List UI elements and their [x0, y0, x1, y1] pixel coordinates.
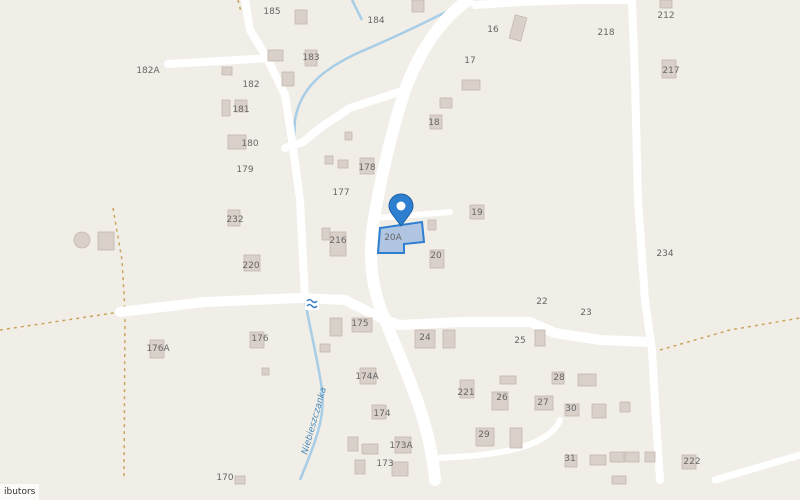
house-number-label: 26: [496, 393, 508, 403]
house-number-label: 181: [232, 105, 249, 115]
house-number-label: 173A: [389, 441, 413, 451]
house-number-label: 221: [457, 388, 474, 398]
house-number-label: 22: [536, 297, 547, 307]
house-number-label: 216: [329, 236, 346, 246]
house-number-label: 170: [216, 473, 233, 483]
house-number-label: 174: [373, 409, 390, 419]
house-number-label: 20A: [384, 233, 402, 243]
house-number-label: 19: [471, 208, 483, 218]
house-number-label: 29: [478, 430, 490, 440]
house-number-label: 217: [662, 66, 679, 76]
house-number-label: 182A: [136, 66, 160, 76]
house-number-label: 30: [565, 404, 577, 414]
house-number-label: 232: [226, 215, 243, 225]
house-number-label: 218: [597, 28, 614, 38]
house-number-label: 23: [580, 308, 591, 318]
house-number-label: 182: [242, 80, 259, 90]
house-number-label: 176: [251, 334, 268, 344]
map-attribution: ibutors: [0, 484, 40, 500]
map-pin-icon[interactable]: [388, 193, 414, 227]
house-number-label: 27: [537, 398, 548, 408]
house-number-label: 175: [351, 319, 368, 329]
house-number-label: 17: [464, 56, 475, 66]
house-number-label: 179: [236, 165, 253, 175]
house-number-label: 177: [332, 188, 349, 198]
house-number-label: 176A: [146, 344, 170, 354]
house-number-label: 25: [514, 336, 525, 346]
house-number-label: 20: [430, 251, 442, 261]
map-view[interactable]: Niebieszczanka 185 184 16 218 212 182A 183 17 21…: [0, 0, 800, 500]
house-number-label: 24: [419, 333, 431, 343]
house-number-label: 16: [487, 25, 499, 35]
house-number-label: 31: [564, 454, 575, 464]
waves-icon: [305, 296, 319, 310]
house-number-label: 183: [302, 53, 319, 63]
house-number-label: 18: [428, 118, 440, 128]
house-number-label: 222: [683, 457, 700, 467]
house-number-label: 174A: [355, 372, 379, 382]
house-number-label: 180: [241, 139, 258, 149]
house-number-label: 234: [656, 249, 673, 259]
map-canvas[interactable]: Niebieszczanka 18518416 218212182A183 1721…: [0, 0, 800, 500]
house-number-label: 220: [242, 261, 259, 271]
house-number-label: 178: [358, 163, 375, 173]
house-number-label: 173: [376, 459, 393, 469]
house-number-label: 28: [553, 373, 565, 383]
house-number-label: 185: [263, 7, 280, 17]
house-number-label: 184: [367, 16, 384, 26]
house-number-label: 212: [657, 11, 674, 21]
